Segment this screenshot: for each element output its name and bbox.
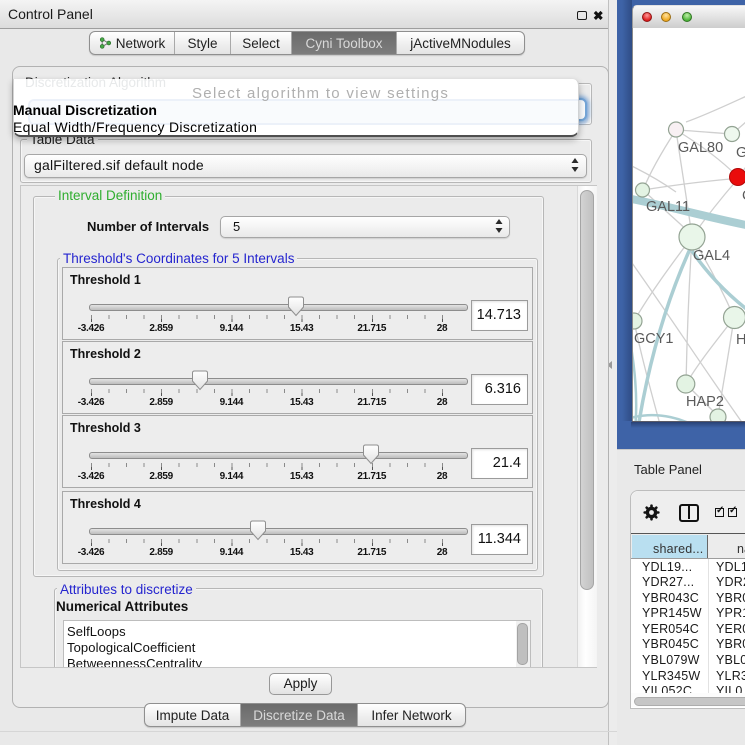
svg-text:GAL4: GAL4: [693, 248, 730, 264]
svg-text:GAL80: GAL80: [678, 140, 723, 156]
svg-text:GCY1: GCY1: [634, 331, 674, 347]
svg-text:HAP2: HAP2: [686, 394, 724, 410]
svg-text:H: H: [736, 332, 745, 348]
svg-text:GA: GA: [736, 145, 745, 161]
svg-text:GAL11: GAL11: [646, 199, 690, 215]
